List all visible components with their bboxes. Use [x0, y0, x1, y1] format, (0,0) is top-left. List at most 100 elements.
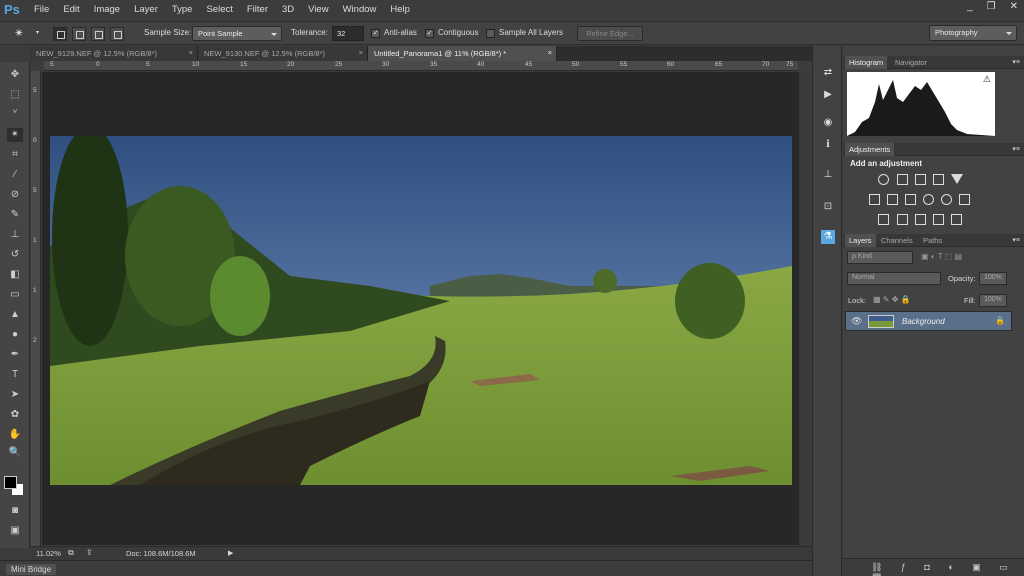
- tab-close-icon[interactable]: ×: [359, 48, 363, 57]
- hue-saturation-icon[interactable]: [869, 194, 880, 205]
- lock-icons[interactable]: ▦ ✎ ✥ 🔒: [873, 295, 911, 304]
- layers-footer-icons[interactable]: ⛓ ƒ ◘ ◐ ▣ ▭ 🗑: [871, 562, 1024, 576]
- brush-tool-icon[interactable]: ✎: [7, 208, 23, 222]
- tab-new-9129[interactable]: NEW_9129.NEF @ 12.5% (RGB/8*) ×: [30, 46, 198, 61]
- clone-source-icon[interactable]: ⊡: [821, 200, 835, 214]
- sample-all-layers-checkbox[interactable]: [486, 29, 495, 38]
- healing-brush-tool-icon[interactable]: ⊘: [7, 188, 23, 202]
- visibility-eye-icon[interactable]: 👁: [851, 316, 862, 327]
- tab-channels[interactable]: Channels: [877, 234, 917, 247]
- pen-tool-icon[interactable]: ✒: [7, 348, 23, 362]
- curves-icon[interactable]: [915, 174, 926, 185]
- fill-input[interactable]: 100%: [979, 294, 1007, 307]
- clone-stamp-tool-icon[interactable]: ⊥: [7, 228, 23, 242]
- zoom-level[interactable]: 11.02%: [36, 549, 61, 558]
- contiguous-checkbox[interactable]: ✓: [425, 29, 434, 38]
- tab-new-9130[interactable]: NEW_9130.NEF @ 12.5% (RGB/8*) ×: [198, 46, 368, 61]
- panel-menu-icon[interactable]: ▾≡: [1012, 58, 1020, 66]
- crop-tool-icon[interactable]: ⌗: [7, 148, 23, 162]
- type-tool-icon[interactable]: T: [7, 368, 23, 382]
- eraser-tool-icon[interactable]: ◧: [7, 268, 23, 282]
- menu-select[interactable]: Select: [206, 4, 232, 15]
- tab-close-icon[interactable]: ×: [548, 48, 552, 57]
- photo-filter-icon[interactable]: [923, 194, 934, 205]
- menu-layer[interactable]: Layer: [134, 4, 158, 15]
- menu-file[interactable]: File: [34, 4, 49, 15]
- preset-dropdown-icon[interactable]: ▾: [36, 29, 39, 36]
- black-white-icon[interactable]: [905, 194, 916, 205]
- invert-icon[interactable]: [878, 214, 889, 225]
- tab-untitled-panorama[interactable]: Untitled_Panorama1 @ 11% (RGB/8*) * ×: [368, 46, 557, 61]
- menu-window[interactable]: Window: [343, 4, 377, 15]
- color-balance-icon[interactable]: [887, 194, 898, 205]
- tab-paths[interactable]: Paths: [919, 234, 946, 247]
- panel-menu-icon[interactable]: ▾≡: [1012, 145, 1020, 153]
- actions-icon[interactable]: ▶: [821, 88, 835, 102]
- blend-mode-select[interactable]: Normal: [847, 272, 941, 285]
- menu-type[interactable]: Type: [172, 4, 193, 15]
- history-icon[interactable]: ⇄: [821, 66, 835, 80]
- intersect-selection-icon[interactable]: [110, 27, 124, 41]
- panorama-image[interactable]: [50, 136, 792, 485]
- tab-adjustments[interactable]: Adjustments: [845, 143, 895, 156]
- layer-name[interactable]: Background: [902, 317, 945, 326]
- zoom-tool-icon[interactable]: 🔍: [7, 446, 23, 460]
- tab-navigator[interactable]: Navigator: [891, 56, 931, 69]
- menu-edit[interactable]: Edit: [63, 4, 79, 15]
- menu-view[interactable]: View: [308, 4, 328, 15]
- layer-kind-filter[interactable]: ρ Kind: [847, 251, 913, 264]
- close-button[interactable]: ✕: [1010, 1, 1018, 12]
- soft-proof-icon[interactable]: ⧉: [68, 548, 74, 558]
- info-icon[interactable]: ℹ: [821, 138, 835, 152]
- menu-image[interactable]: Image: [94, 4, 120, 15]
- add-selection-icon[interactable]: [72, 27, 86, 41]
- color-lookup-icon[interactable]: [959, 194, 970, 205]
- tab-close-icon[interactable]: ×: [189, 48, 193, 57]
- menu-help[interactable]: Help: [390, 4, 410, 15]
- opacity-input[interactable]: 100%: [979, 272, 1007, 285]
- brightness-contrast-icon[interactable]: [878, 174, 889, 185]
- screen-mode-icon[interactable]: ▣: [7, 524, 23, 538]
- refine-edge-button[interactable]: Refine Edge...: [577, 26, 643, 41]
- path-selection-tool-icon[interactable]: ➤: [7, 388, 23, 402]
- menu-3d[interactable]: 3D: [282, 4, 294, 15]
- restore-button[interactable]: ❐: [987, 1, 996, 12]
- hand-tool-icon[interactable]: ✋: [7, 428, 23, 442]
- subtract-selection-icon[interactable]: [91, 27, 105, 41]
- camera-icon[interactable]: ◉: [821, 116, 835, 130]
- tab-layers[interactable]: Layers: [845, 234, 876, 247]
- magic-wand-preset-icon[interactable]: ✴: [14, 26, 24, 40]
- share-icon[interactable]: ⇪: [86, 548, 93, 557]
- status-menu-arrow[interactable]: ▶: [228, 549, 233, 557]
- blur-tool-icon[interactable]: ▲: [7, 308, 23, 322]
- magic-wand-tool-icon[interactable]: ✴: [7, 128, 23, 142]
- anti-alias-checkbox[interactable]: ✓: [371, 29, 380, 38]
- channel-mixer-icon[interactable]: [941, 194, 952, 205]
- quick-mask-icon[interactable]: ◙: [7, 504, 23, 518]
- brush-presets-icon[interactable]: ⊥: [821, 168, 835, 182]
- layer-filter-icons[interactable]: ▣ ◐ T ⬚ ▤: [921, 252, 962, 261]
- exposure-icon[interactable]: [933, 174, 944, 185]
- threshold-icon[interactable]: [915, 214, 926, 225]
- sample-size-select[interactable]: Point Sample: [192, 26, 282, 41]
- menu-filter[interactable]: Filter: [247, 4, 268, 15]
- panel-menu-icon[interactable]: ▾≡: [1012, 236, 1020, 244]
- gradient-map-icon[interactable]: [933, 214, 944, 225]
- lasso-tool-icon[interactable]: ᘁ: [7, 108, 23, 122]
- move-tool-icon[interactable]: ✥: [7, 68, 23, 82]
- shape-tool-icon[interactable]: ✿: [7, 408, 23, 422]
- levels-icon[interactable]: [897, 174, 908, 185]
- vertical-scrollbar[interactable]: [799, 71, 811, 547]
- vibrance-icon[interactable]: [951, 174, 963, 184]
- selective-color-icon[interactable]: [951, 214, 962, 225]
- new-selection-icon[interactable]: [53, 27, 67, 41]
- tolerance-input[interactable]: 32: [332, 26, 364, 41]
- properties-icon[interactable]: ⚗: [821, 230, 835, 244]
- eyedropper-tool-icon[interactable]: ⁄: [7, 168, 23, 182]
- warning-icon[interactable]: ⚠: [983, 74, 991, 85]
- marquee-tool-icon[interactable]: ⬚: [7, 88, 23, 102]
- posterize-icon[interactable]: [897, 214, 908, 225]
- history-brush-tool-icon[interactable]: ↺: [7, 248, 23, 262]
- workspace-select[interactable]: Photography: [929, 25, 1017, 41]
- layer-row-background[interactable]: 👁 Background 🔒: [845, 311, 1012, 331]
